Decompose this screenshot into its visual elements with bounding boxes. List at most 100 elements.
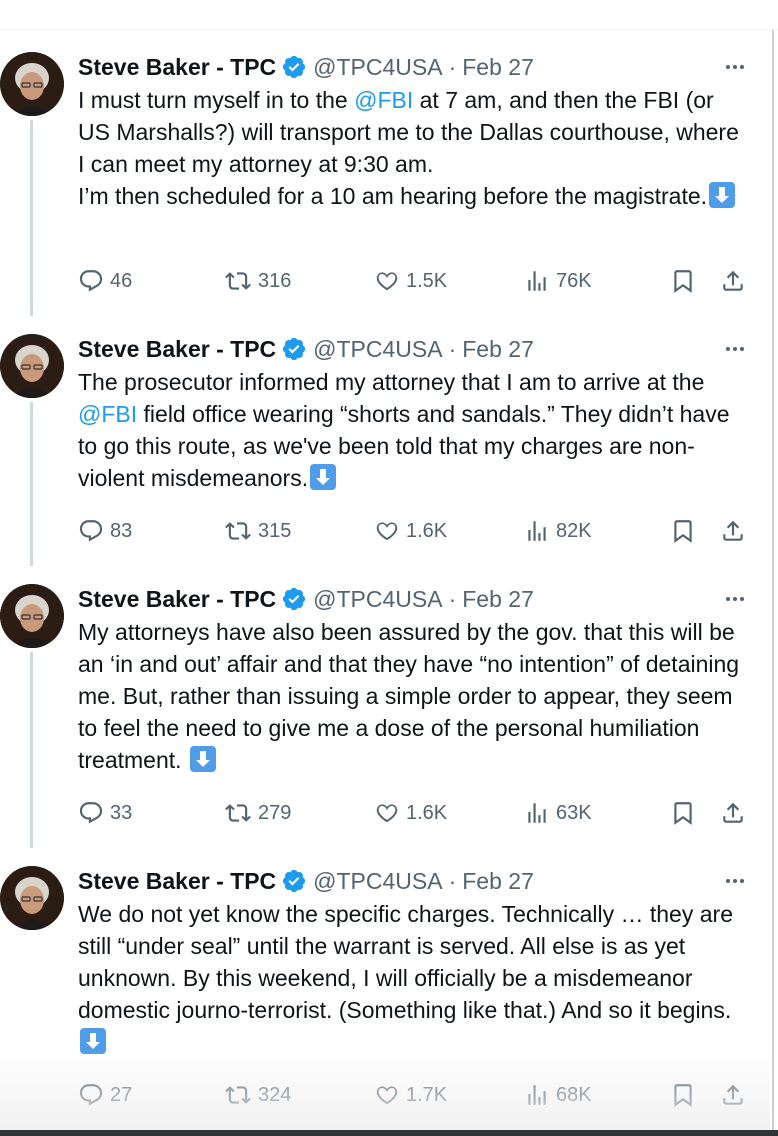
tweet[interactable]: Steve Baker - TPC @TPC4USA · Feb 27 I mu… (0, 30, 770, 316)
separator-dot: · (448, 585, 457, 612)
repost-count: 315 (258, 519, 292, 542)
repost-count: 279 (258, 801, 292, 824)
author-handle[interactable]: @TPC4USA (313, 336, 442, 363)
tweet-text: We do not yet know the specific charges.… (78, 898, 750, 1058)
separator-dot: · (448, 335, 457, 362)
bookmark-icon[interactable] (670, 800, 696, 826)
tweet-text: I must turn myself in to the @FBI at 7 a… (78, 84, 750, 212)
text-segment: My attorneys have also been assured by t… (78, 619, 740, 773)
text-segment: The prosecutor informed my attorney that… (78, 369, 705, 395)
like-count: 1.6K (406, 519, 448, 542)
share-icon[interactable] (720, 800, 746, 826)
author-name[interactable]: Steve Baker - TPC (78, 54, 276, 81)
like-button[interactable]: 1.6K (374, 518, 447, 544)
reply-count: 33 (110, 801, 133, 824)
avatar[interactable] (0, 52, 64, 116)
author-name[interactable]: Steve Baker - TPC (78, 336, 276, 363)
window-bottom-edge (0, 1130, 778, 1136)
author-name[interactable]: Steve Baker - TPC (78, 586, 276, 613)
views-button[interactable]: 68K (524, 1082, 592, 1108)
views-count: 68K (556, 1083, 592, 1106)
tweet[interactable]: Steve Baker - TPC @TPC4USA · Feb 27 My a… (0, 562, 770, 848)
like-button[interactable]: 1.5K (374, 268, 447, 294)
views-button[interactable]: 76K (524, 268, 592, 294)
repost-button[interactable]: 279 (224, 800, 291, 826)
reply-icon (79, 1084, 103, 1106)
verified-badge-icon[interactable] (281, 336, 307, 362)
like-icon (376, 272, 398, 291)
more-icon[interactable] (720, 54, 750, 80)
share-icon[interactable] (720, 1082, 746, 1108)
repost-icon (225, 804, 251, 822)
tweet-text: The prosecutor informed my attorney that… (78, 366, 750, 494)
action-bar: 83 315 1.6K 82K (78, 516, 750, 546)
more-icon[interactable] (720, 868, 750, 894)
verified-badge-icon[interactable] (281, 586, 307, 612)
action-bar: 46 316 1.5K 76K (78, 266, 750, 296)
thread-connector-line (30, 652, 33, 848)
reply-button[interactable]: 27 (78, 1082, 132, 1108)
like-count: 1.5K (406, 269, 448, 292)
tweet-date[interactable]: Feb 27 (462, 868, 534, 895)
mention-link[interactable]: @FBI (354, 87, 413, 113)
repost-icon (225, 522, 251, 540)
like-button[interactable]: 1.7K (374, 1082, 447, 1108)
repost-button[interactable]: 324 (224, 1082, 291, 1108)
author-handle[interactable]: @TPC4USA (313, 54, 442, 81)
separator-dot: · (448, 867, 457, 894)
author-name[interactable]: Steve Baker - TPC (78, 868, 276, 895)
bookmark-icon[interactable] (670, 1082, 696, 1108)
reply-count: 83 (110, 519, 133, 542)
repost-button[interactable]: 315 (224, 518, 291, 544)
repost-icon (225, 1086, 251, 1104)
action-bar: 27 324 1.7K 68K (78, 1080, 750, 1110)
views-button[interactable]: 82K (524, 518, 592, 544)
more-icon[interactable] (720, 336, 750, 362)
text-segment: I’m then scheduled for a 10 am hearing b… (78, 183, 708, 209)
share-icon[interactable] (720, 268, 746, 294)
verified-badge-icon[interactable] (281, 868, 307, 894)
reply-button[interactable]: 33 (78, 800, 132, 826)
thread-connector-line (30, 402, 33, 566)
repost-icon (225, 272, 251, 290)
text-segment: I must turn myself in to the (78, 87, 355, 113)
tweet-date[interactable]: Feb 27 (462, 336, 534, 363)
repost-button[interactable]: 316 (224, 268, 291, 294)
like-button[interactable]: 1.6K (374, 800, 447, 826)
avatar[interactable] (0, 334, 64, 398)
text-segment: field office wearing “shorts and sandals… (78, 401, 730, 491)
author-handle[interactable]: @TPC4USA (313, 868, 442, 895)
down-arrow-emoji (709, 182, 736, 208)
reply-button[interactable]: 83 (78, 518, 132, 544)
bookmark-icon[interactable] (670, 268, 696, 294)
reply-icon (79, 270, 103, 292)
avatar[interactable] (0, 866, 64, 930)
mention-link[interactable]: @FBI (78, 401, 137, 427)
like-icon (376, 522, 398, 541)
author-handle[interactable]: @TPC4USA (313, 586, 442, 613)
views-count: 63K (556, 801, 592, 824)
bookmark-icon[interactable] (670, 518, 696, 544)
views-button[interactable]: 63K (524, 800, 592, 826)
down-arrow-emoji (80, 1028, 106, 1054)
thread-connector-line (30, 120, 33, 316)
more-icon[interactable] (720, 586, 750, 612)
avatar[interactable] (0, 584, 64, 648)
reply-button[interactable]: 46 (78, 268, 132, 294)
verified-badge-icon[interactable] (281, 54, 307, 80)
like-icon (376, 804, 398, 823)
tweet[interactable]: Steve Baker - TPC @TPC4USA · Feb 27 The … (0, 312, 770, 566)
like-icon (376, 1086, 398, 1105)
tweet-date[interactable]: Feb 27 (462, 54, 534, 81)
views-icon (528, 1085, 546, 1105)
reply-icon (79, 802, 103, 824)
share-icon[interactable] (720, 518, 746, 544)
tweet-text: My attorneys have also been assured by t… (78, 616, 750, 776)
thread-feed: Steve Baker - TPC @TPC4USA · Feb 27 I mu… (0, 30, 770, 1126)
window-edge (772, 30, 774, 1136)
like-count: 1.7K (406, 1083, 448, 1106)
tweet[interactable]: Steve Baker - TPC @TPC4USA · Feb 27 We d… (0, 844, 770, 1126)
separator-dot: · (448, 53, 457, 80)
tweet-date[interactable]: Feb 27 (462, 586, 534, 613)
views-count: 82K (556, 519, 592, 542)
